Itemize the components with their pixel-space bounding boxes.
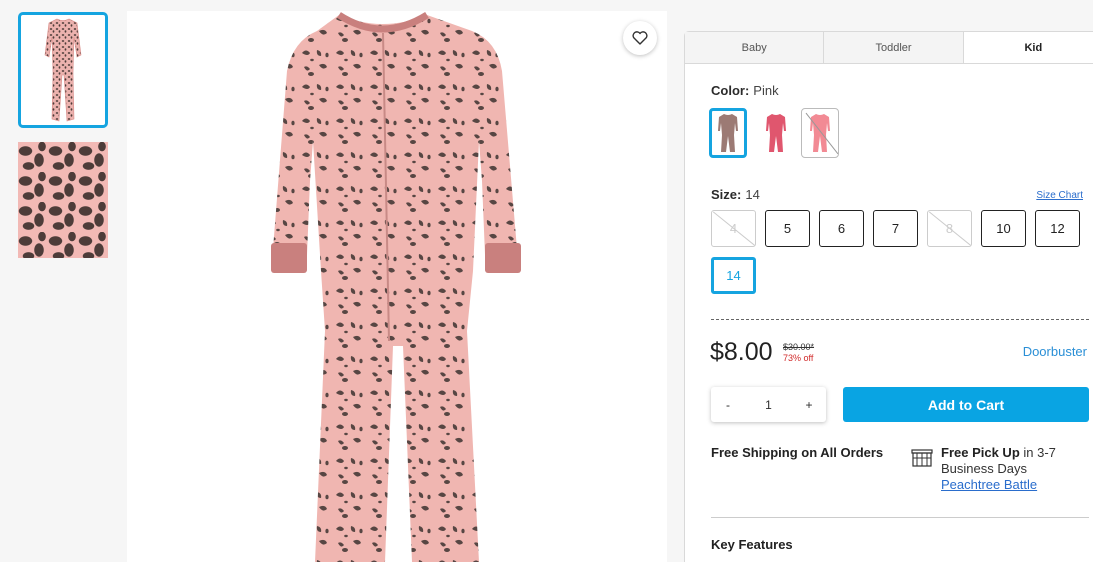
- discount-percent: 73% off: [783, 353, 814, 363]
- tab-baby[interactable]: Baby: [685, 32, 825, 63]
- quantity-increase-button[interactable]: +: [802, 398, 816, 412]
- size-option-10[interactable]: 10: [981, 210, 1026, 247]
- product-options-panel: Baby Toddler Kid Color: Pink Size: 14 Size…: [684, 31, 1093, 562]
- size-label-row: Size: 14: [711, 187, 760, 202]
- size-chart-link[interactable]: Size Chart: [1036, 190, 1083, 201]
- color-label-row: Color: Pink: [711, 83, 779, 98]
- color-swatch-leopard[interactable]: [709, 108, 747, 158]
- key-features-heading[interactable]: Key Features: [711, 537, 793, 552]
- main-product-image: [127, 11, 667, 562]
- size-option-8[interactable]: 8: [927, 210, 972, 247]
- color-swatch-light-pink[interactable]: [801, 108, 839, 158]
- free-shipping-text: Free Shipping on All Orders: [711, 445, 884, 460]
- add-to-cart-button[interactable]: Add to Cart: [843, 387, 1089, 422]
- original-price: $30.00*: [783, 342, 815, 352]
- size-value: 14: [745, 187, 760, 202]
- favorite-button[interactable]: [623, 21, 657, 55]
- pickup-info: Free Pick Up in 3-7 Business Days Peacht…: [941, 445, 1091, 493]
- store-link[interactable]: Peachtree Battle: [941, 477, 1037, 492]
- age-group-tabs: Baby Toddler Kid: [685, 32, 1093, 64]
- pink-print-pajama-swatch-icon: [766, 114, 786, 152]
- dashed-divider: [711, 319, 1089, 320]
- thumbnail-full-pajama[interactable]: [18, 12, 108, 128]
- size-option-6[interactable]: 6: [819, 210, 864, 247]
- size-option-12[interactable]: 12: [1035, 210, 1080, 247]
- store-icon: [911, 449, 933, 467]
- section-divider: [711, 517, 1089, 518]
- size-option-5[interactable]: 5: [765, 210, 810, 247]
- doorbuster-badge: Doorbuster: [1022, 344, 1087, 359]
- color-swatch-pink-print[interactable]: [757, 108, 795, 158]
- color-value: Pink: [753, 83, 779, 98]
- sale-price: $8.00: [710, 338, 773, 366]
- tab-kid[interactable]: Kid: [963, 32, 1093, 63]
- heart-icon: [632, 31, 648, 45]
- color-label: Color:: [711, 83, 750, 98]
- size-label: Size:: [711, 187, 742, 202]
- light-pink-pajama-swatch-icon: [810, 114, 830, 152]
- leopard-pattern-icon: [18, 142, 108, 258]
- size-option-14[interactable]: 14: [711, 257, 756, 294]
- size-option-7[interactable]: 7: [873, 210, 918, 247]
- pajama-thumbnail-icon: [44, 18, 82, 122]
- tab-toddler[interactable]: Toddler: [824, 32, 964, 63]
- pajama-image-icon: [271, 12, 521, 562]
- pickup-title: Free Pick Up: [941, 445, 1020, 460]
- quantity-stepper: - 1 +: [711, 387, 826, 422]
- size-option-4[interactable]: 4: [711, 210, 756, 247]
- thumbnail-pattern-closeup[interactable]: [18, 142, 108, 258]
- quantity-value[interactable]: 1: [765, 398, 772, 412]
- leopard-pajama-swatch-icon: [718, 114, 738, 152]
- quantity-decrease-button[interactable]: -: [721, 398, 735, 412]
